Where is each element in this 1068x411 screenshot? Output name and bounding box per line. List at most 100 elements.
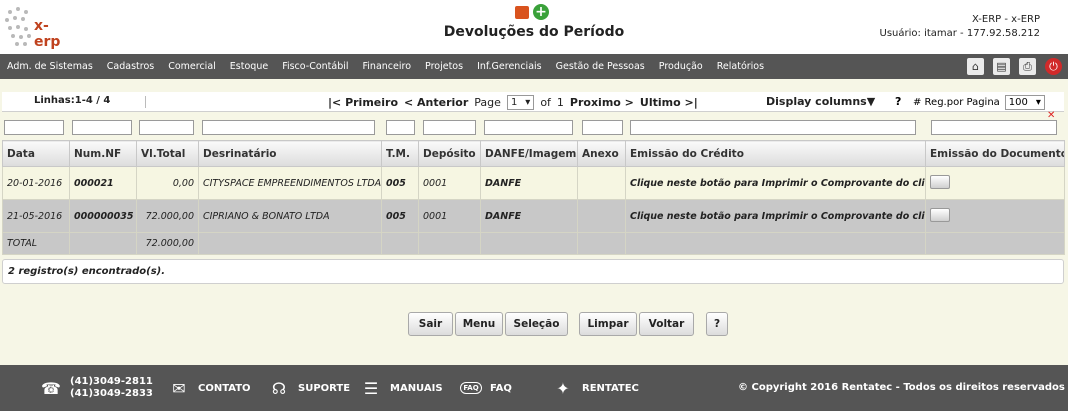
table-header-row: Data Num.NF Vl.Total Desrinatário T.M. D… (2, 140, 1065, 167)
cell-deposito: 0001 (418, 199, 481, 233)
home-icon[interactable]: ⌂ (967, 58, 984, 75)
filter-deposito-input[interactable] (423, 120, 476, 135)
menu-item-relatorios[interactable]: Relatórios (717, 61, 764, 72)
menu-item-cadastros[interactable]: Cadastros (107, 61, 154, 72)
cell-destinatario: CIPRIANO & BONATO LTDA (198, 199, 382, 233)
next-page-link[interactable]: Proximo > (570, 96, 634, 109)
menu-item-financeiro[interactable]: Financeiro (363, 61, 412, 72)
cell-credito-link[interactable]: Clique neste botão para Imprimir o Compr… (625, 166, 926, 200)
records-per-page-label: # Reg.por Pagina (913, 97, 1000, 108)
cell-data: 20-01-2016 (2, 166, 70, 200)
grid-toolbar: Linhas:1-4 / 4 |< Primeiro < Anterior Pa… (2, 92, 1064, 112)
previous-page-link[interactable]: < Anterior (404, 96, 468, 109)
cell-tm-link[interactable]: 005 (381, 166, 419, 200)
print-document-icon[interactable] (930, 174, 950, 189)
page-label: Page (474, 96, 501, 109)
voltar-button[interactable]: Voltar (639, 312, 694, 336)
selecao-button[interactable]: Seleção (505, 312, 568, 336)
menu-button[interactable]: Menu (455, 312, 503, 336)
cell-tm-link[interactable]: 005 (381, 199, 419, 233)
total-pages: 1 (556, 96, 564, 109)
col-header-danfe[interactable]: DANFE/Imagem (480, 140, 578, 167)
add-icon[interactable]: + (533, 4, 549, 20)
faq-bubble-icon: FAQ (460, 379, 482, 397)
display-columns-dropdown[interactable]: Display columns▼ (766, 95, 875, 108)
col-header-deposito[interactable]: Depósito (418, 140, 481, 167)
col-header-documento[interactable]: Emissão do Documento (925, 140, 1065, 167)
menu-item-fisco-contabil[interactable]: Fisco-Contábil (282, 61, 348, 72)
toolbar-divider (145, 96, 146, 108)
cell-vl-total: 72.000,00 (136, 199, 199, 233)
menu-item-comercial[interactable]: Comercial (168, 61, 216, 72)
devolucoes-table: Data Num.NF Vl.Total Desrinatário T.M. D… (2, 140, 1065, 255)
rentatec-logo-icon: ✦ (556, 378, 570, 398)
limpar-button[interactable]: Limpar (579, 312, 637, 336)
menu-item-projetos[interactable]: Projetos (425, 61, 463, 72)
col-header-tm[interactable]: T.M. (381, 140, 419, 167)
printer-icon[interactable]: ⎙ (1019, 58, 1036, 75)
phone-1: (41)3049-2811 (70, 376, 153, 387)
records-per-page: # Reg.por Pagina 100 (913, 95, 1045, 110)
envelope-icon: ✉ (172, 378, 186, 398)
cell-documento (925, 199, 1065, 233)
filter-destinatario-input[interactable] (202, 120, 375, 135)
records-found: 2 registro(s) encontrado(s). (2, 259, 1064, 284)
menu-item-producao[interactable]: Produção (659, 61, 703, 72)
toolbar-help-button[interactable]: ? (895, 95, 901, 108)
page-select[interactable]: 1 (506, 95, 535, 110)
last-page-link[interactable]: Ultimo >| (640, 96, 698, 109)
pdf-icon[interactable] (515, 6, 529, 19)
col-header-credito[interactable]: Emissão do Crédito (625, 140, 926, 167)
cell-deposito: 0001 (418, 166, 481, 200)
cell-documento (925, 166, 1065, 200)
col-header-data[interactable]: Data (2, 140, 70, 167)
page-footer: ☎ (41)3049-2811 (41)3049-2833 ✉ CONTATO … (0, 365, 1068, 411)
footer-suporte-link[interactable]: ☊ SUPORTE (268, 365, 350, 411)
main-menu-bar: Adm. de Sistemas Cadastros Comercial Est… (0, 54, 1068, 79)
cell-num-nf-link[interactable]: 000021 (69, 166, 137, 200)
filter-num-nf-input[interactable] (72, 120, 132, 135)
cell-vl-total: 0,00 (136, 166, 199, 200)
table-total-row: TOTAL 72.000,00 (2, 232, 1065, 255)
first-page-link[interactable]: |< Primeiro (328, 96, 398, 109)
menu-item-adm-sistemas[interactable]: Adm. de Sistemas (7, 61, 93, 72)
col-header-vl-total[interactable]: Vl.Total (136, 140, 199, 167)
table-row[interactable]: 20-01-2016 000021 0,00 CITYSPACE EMPREEN… (2, 166, 1065, 200)
app-name: X-ERP - x-ERP (971, 14, 1040, 25)
cell-credito-link[interactable]: Clique neste botão para Imprimir o Compr… (625, 199, 926, 233)
power-icon[interactable]: ⏻ (1045, 58, 1062, 75)
menu-item-gestao-pessoas[interactable]: Gestão de Pessoas (556, 61, 645, 72)
footer-faq-link[interactable]: FAQ FAQ (460, 365, 512, 411)
filter-danfe-input[interactable] (484, 120, 573, 135)
table-row[interactable]: 21-05-2016 000000035 72.000,00 CIPRIANO … (2, 199, 1065, 233)
lines-info: Linhas:1-4 / 4 (34, 95, 111, 106)
footer-rentatec-link[interactable]: ✦ RENTATEC (552, 365, 639, 411)
filter-documento-input[interactable] (931, 120, 1057, 135)
help-button[interactable]: ? (706, 312, 728, 336)
copyright: © Copyright 2016 Rentatec - Todos os dir… (738, 382, 1065, 393)
filter-vl-total-input[interactable] (139, 120, 194, 135)
cell-num-nf-link[interactable]: 000000035 (69, 199, 137, 233)
cell-danfe-link[interactable]: DANFE (480, 199, 578, 233)
menu-item-inf-gerenciais[interactable]: Inf.Gerenciais (477, 61, 542, 72)
cell-danfe-link[interactable]: DANFE (480, 166, 578, 200)
col-header-num-nf[interactable]: Num.NF (69, 140, 137, 167)
document-icon[interactable]: ▤ (993, 58, 1010, 75)
print-document-icon[interactable] (930, 207, 950, 222)
headset-icon: ☊ (271, 378, 287, 398)
filter-row (0, 120, 1068, 136)
col-header-destinatario[interactable]: Desrinatário (198, 140, 382, 167)
footer-contato-link[interactable]: ✉ CONTATO (168, 365, 250, 411)
filter-anexo-input[interactable] (582, 120, 623, 135)
filter-tm-input[interactable] (386, 120, 415, 135)
sair-button[interactable]: Sair (408, 312, 453, 336)
telephone-icon: ☎ (41, 378, 61, 398)
footer-manuais-link[interactable]: ☰ MANUAIS (360, 365, 443, 411)
filter-data-input[interactable] (4, 120, 64, 135)
col-header-anexo[interactable]: Anexo (577, 140, 626, 167)
filter-credito-input[interactable] (630, 120, 916, 135)
footer-phones: ☎ (41)3049-2811 (41)3049-2833 (40, 365, 153, 411)
menu-item-estoque[interactable]: Estoque (230, 61, 268, 72)
pager: |< Primeiro < Anterior Page 1 of 1 Proxi… (328, 95, 698, 110)
records-per-page-select[interactable]: 100 (1004, 95, 1045, 110)
